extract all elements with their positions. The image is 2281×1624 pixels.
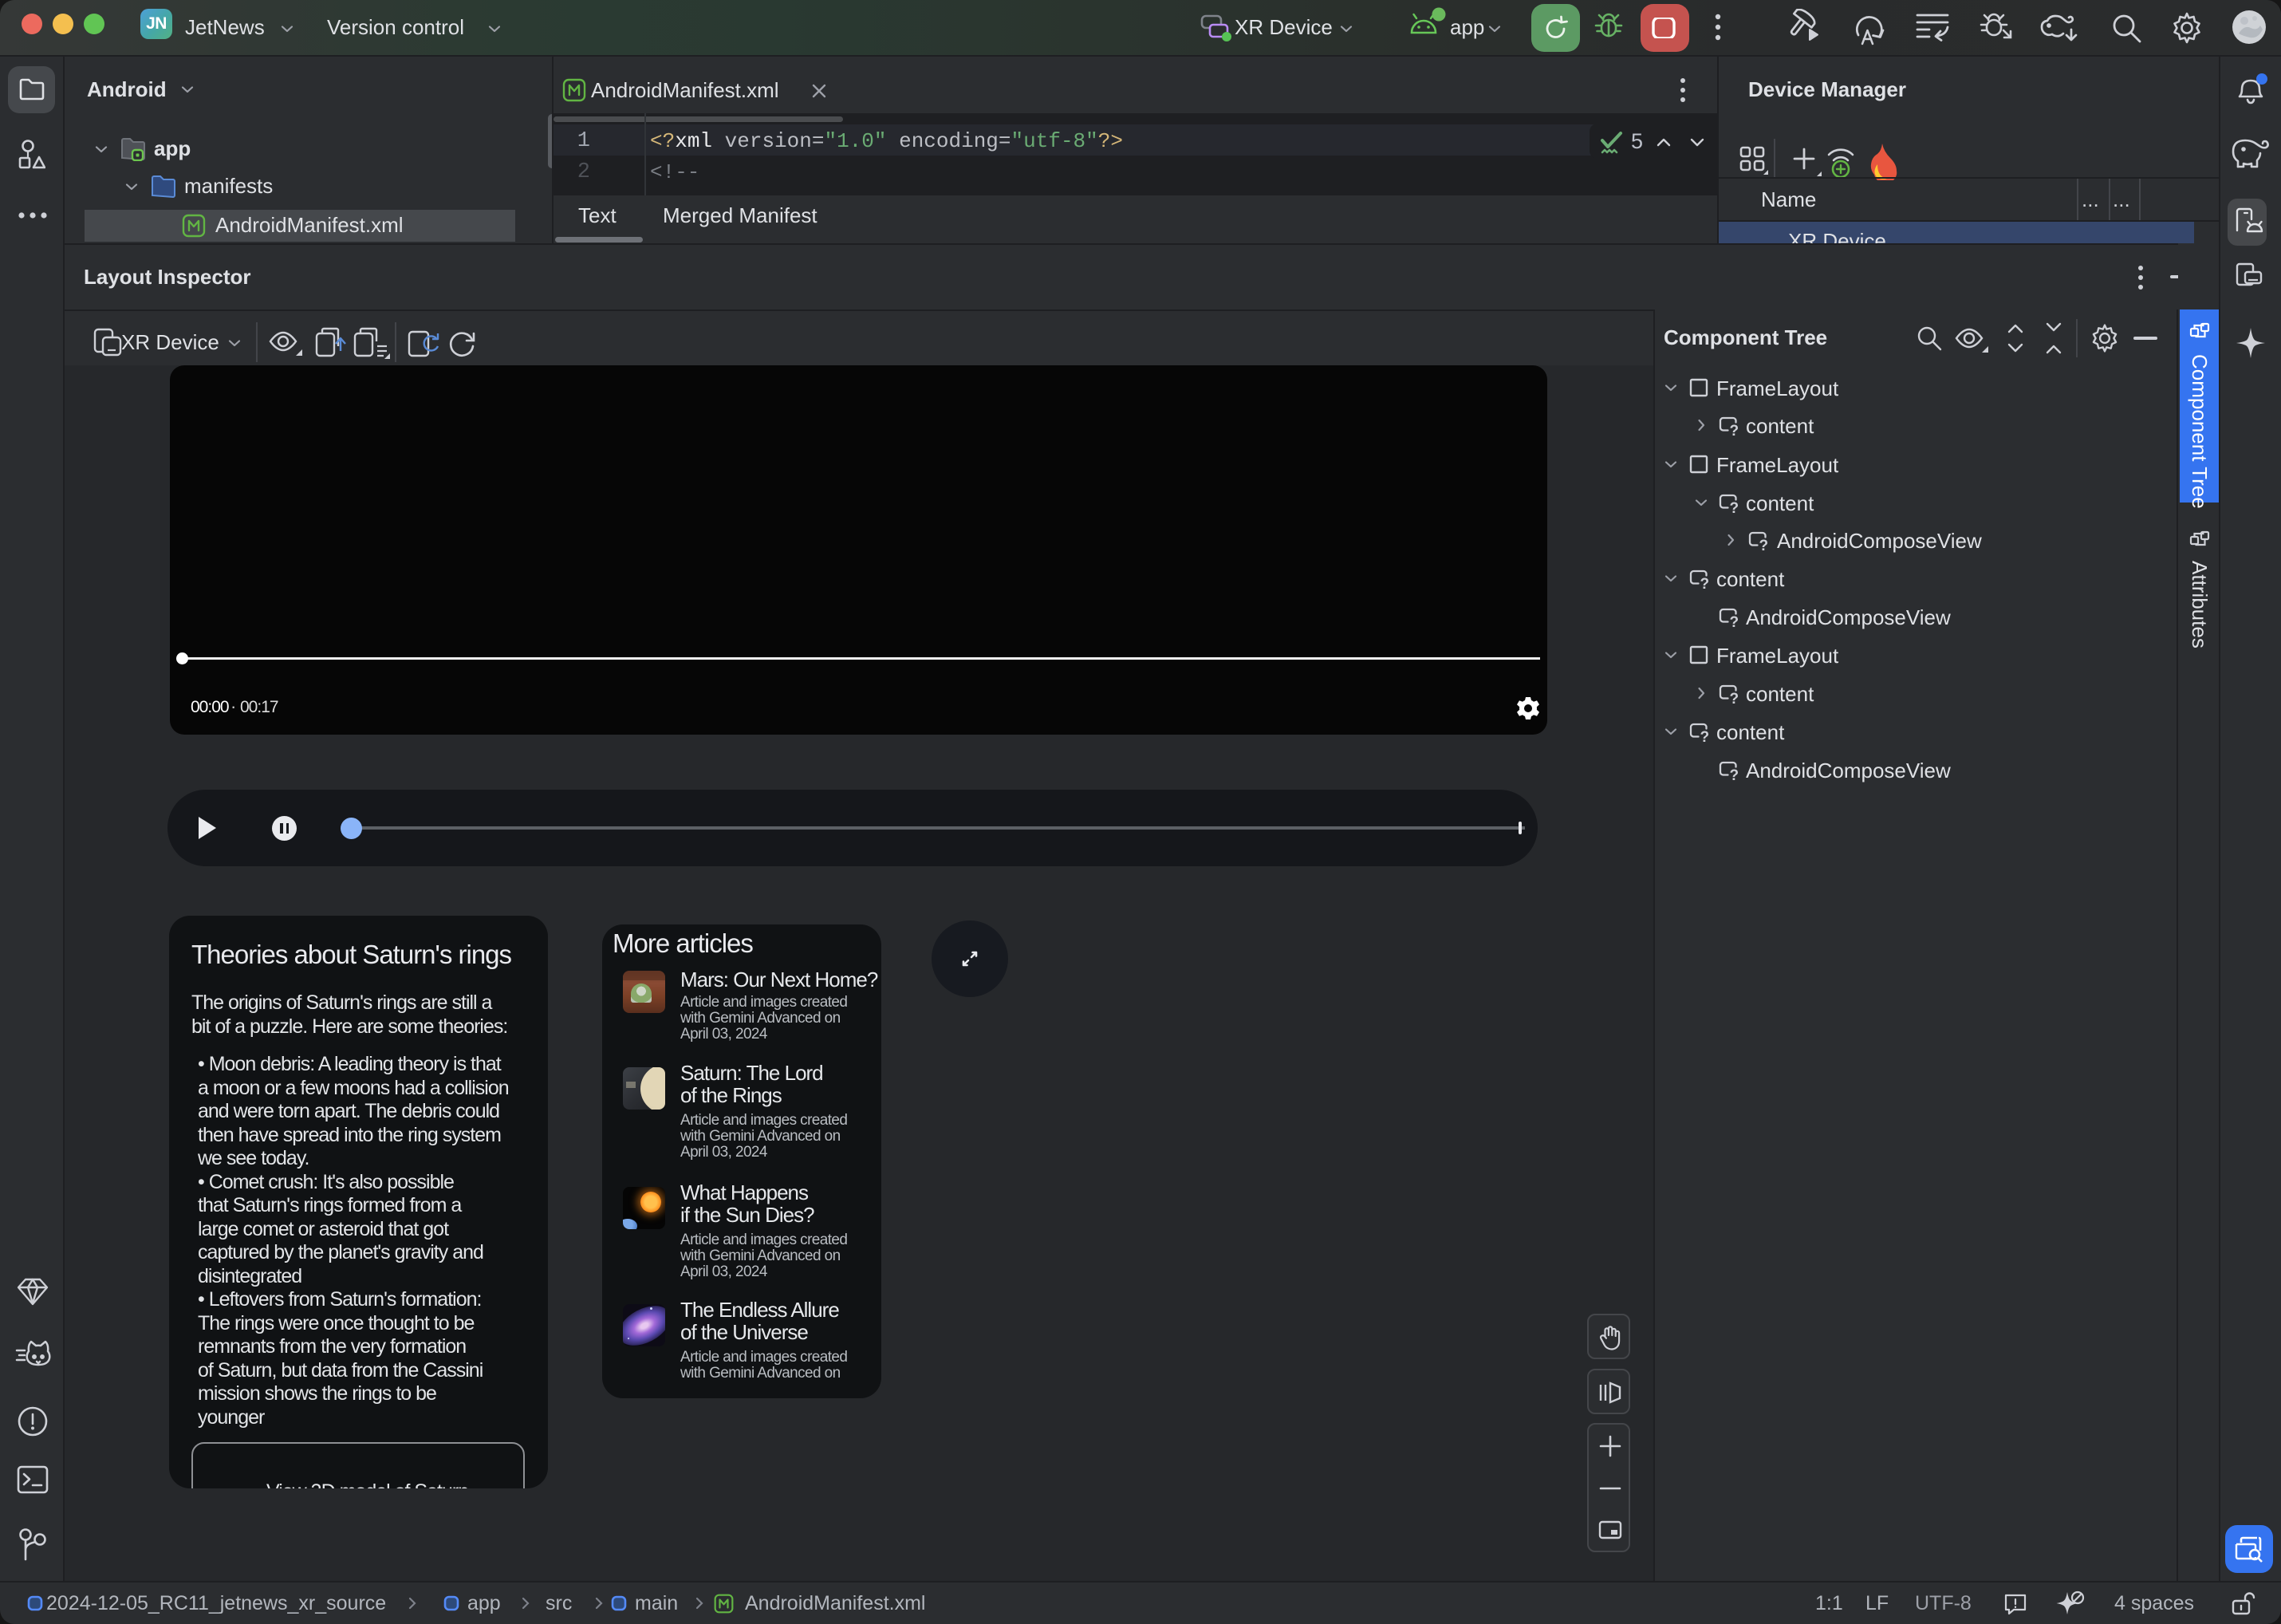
svg-text:?: ? <box>1700 576 1710 589</box>
svg-text:?: ? <box>1730 500 1739 513</box>
svg-text:?: ? <box>1759 538 1769 550</box>
svg-text:?: ? <box>1700 729 1710 742</box>
svg-text:?: ? <box>1730 691 1739 704</box>
svg-text:?: ? <box>1730 767 1739 780</box>
svg-text:?: ? <box>1730 614 1739 627</box>
svg-text:?: ? <box>1730 423 1739 436</box>
